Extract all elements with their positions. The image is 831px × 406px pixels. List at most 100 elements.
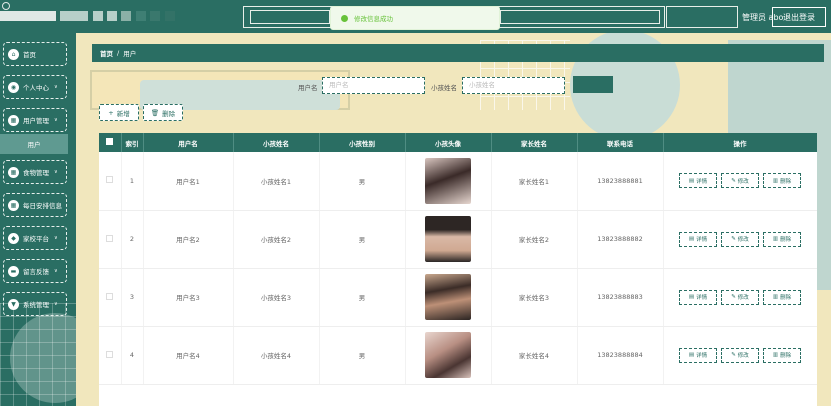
sidebar-item-users[interactable]: 用户: [0, 134, 68, 154]
row-checkbox[interactable]: [106, 350, 114, 358]
child-name-cell: 小孩姓名3: [233, 268, 320, 327]
child-avatar: [425, 274, 471, 320]
sidebar-item-profile[interactable]: ◉ 个人中心 ∨: [3, 75, 67, 99]
color-swatch[interactable]: [165, 11, 175, 21]
color-swatch[interactable]: [107, 11, 117, 21]
child-avatar: [425, 216, 471, 262]
phone-cell: 13823888882: [577, 210, 664, 269]
edit-label: 修改: [737, 295, 749, 301]
platform-icon: ◆: [8, 232, 19, 244]
search-button[interactable]: [573, 76, 613, 93]
delete-label: 删除: [780, 178, 792, 185]
row-delete-button[interactable]: ▥ 删除: [763, 347, 801, 363]
toast-message: 修改信息成功: [354, 15, 393, 23]
edit-icon: ✎: [731, 352, 736, 358]
column-header: 用户名: [143, 133, 234, 152]
add-label: 新增: [116, 109, 130, 118]
delete-label: 删除: [780, 237, 792, 243]
detail-button[interactable]: ▤ 详情: [679, 289, 717, 305]
logout-button[interactable]: 退出登录: [772, 7, 826, 27]
sidebar-item-label: 系统管理: [23, 301, 49, 309]
sidebar-item-food-management[interactable]: ▦ 食物管理 ∨: [3, 160, 67, 184]
username-cell: 用户名3: [143, 268, 234, 327]
document-icon: ▤: [688, 236, 695, 242]
plus-icon: +: [108, 108, 114, 117]
edit-button[interactable]: ✎ 修改: [721, 173, 759, 189]
edit-icon: ✎: [731, 294, 736, 300]
gender-cell: 男: [319, 268, 406, 327]
add-button[interactable]: + 新增: [99, 104, 139, 121]
sidebar-item-label: 个人中心: [23, 84, 49, 92]
childname-label: 小孩姓名: [431, 84, 457, 92]
child-avatar: [425, 157, 471, 204]
color-swatch[interactable]: [150, 11, 160, 21]
child-name-cell: 小孩姓名2: [233, 210, 320, 269]
username-cell: 用户名1: [143, 152, 234, 211]
users-icon: ▦: [8, 114, 19, 126]
delete-label: 删除: [780, 353, 792, 359]
detail-button[interactable]: ▤ 详情: [679, 231, 717, 247]
row-delete-button[interactable]: ▥ 删除: [763, 289, 801, 305]
row-checkbox[interactable]: [106, 234, 114, 242]
trash-icon: ▥: [772, 177, 779, 184]
edit-label: 修改: [737, 237, 749, 243]
sidebar-item-user-management[interactable]: ▦ 用户管理 ∨: [3, 108, 67, 132]
detail-label: 详情: [696, 237, 708, 243]
sidebar-item-label: 家校平台: [23, 235, 49, 243]
logo-block-secondary: [60, 11, 88, 21]
sidebar-item-home-school[interactable]: ◆ 家校平台 ∨: [3, 226, 67, 250]
color-swatch[interactable]: [93, 11, 103, 21]
row-delete-button[interactable]: ▥ 删除: [763, 231, 801, 247]
color-swatch[interactable]: [136, 11, 146, 21]
detail-label: 详情: [696, 178, 708, 185]
edit-button[interactable]: ✎ 修改: [721, 347, 759, 363]
delete-button[interactable]: 🗑 删除: [143, 104, 183, 121]
header-frame-inner: [500, 10, 660, 24]
breadcrumb-current: 用户: [123, 50, 137, 58]
edit-icon: ✎: [731, 236, 736, 242]
table-row: 2 用户名2 小孩姓名2 男 家长姓名2 13823888882 ▤ 详情 ✎ 修改…: [99, 210, 817, 269]
sidebar-item-home[interactable]: ⌂ 首页: [3, 42, 67, 66]
phone-cell: 13823888884: [577, 326, 664, 385]
sidebar-item-feedback[interactable]: ▬ 留言反馈 ∨: [3, 259, 67, 283]
column-header: 联系电话: [577, 133, 664, 152]
childname-input[interactable]: [462, 77, 565, 94]
gender-cell: 男: [319, 326, 406, 385]
row-delete-button[interactable]: ▥ 删除: [763, 173, 801, 189]
index-cell: 3: [121, 268, 144, 327]
trash-icon: ▥: [772, 294, 779, 300]
document-icon: ▤: [688, 352, 695, 358]
child-name-cell: 小孩姓名1: [233, 152, 320, 211]
sidebar-item-daily-schedule[interactable]: ▦ 每日安排信息: [3, 193, 67, 217]
gender-cell: 男: [319, 210, 406, 269]
row-checkbox[interactable]: [106, 292, 114, 300]
username-input[interactable]: [322, 77, 425, 94]
settings-icon: ▼: [8, 298, 19, 310]
detail-button[interactable]: ▤ 详情: [679, 173, 717, 189]
header-frame-right: [666, 6, 738, 28]
parent-name-cell: 家长姓名3: [491, 268, 578, 327]
edit-button[interactable]: ✎ 修改: [721, 231, 759, 247]
breadcrumb-separator: /: [117, 49, 120, 57]
breadcrumb-home[interactable]: 首页: [100, 48, 113, 58]
username-cell: 用户名4: [143, 326, 234, 385]
chevron-down-icon: ∨: [54, 268, 58, 274]
breadcrumb: 首页 / 用户: [92, 44, 824, 62]
schedule-icon: ▦: [8, 199, 19, 211]
phone-cell: 13823888883: [577, 268, 664, 327]
delete-label: 删除: [780, 295, 792, 301]
message-icon: ▬: [8, 265, 19, 277]
select-all-checkbox[interactable]: [106, 138, 114, 145]
parent-name-cell: 家长姓名4: [491, 326, 578, 385]
detail-button[interactable]: ▤ 详情: [679, 347, 717, 363]
select-all-cell[interactable]: [99, 133, 122, 152]
parent-name-cell: 家长姓名2: [491, 210, 578, 269]
column-header: 小孩性别: [319, 133, 406, 152]
edit-button[interactable]: ✎ 修改: [721, 289, 759, 305]
sidebar-item-label: 每日安排信息: [23, 202, 62, 210]
row-checkbox[interactable]: [106, 176, 114, 184]
chevron-down-icon: ∨: [54, 169, 58, 175]
sidebar-grid: [0, 303, 76, 406]
color-swatch[interactable]: [121, 11, 131, 21]
sidebar-item-system[interactable]: ▼ 系统管理 ∨: [3, 292, 67, 316]
